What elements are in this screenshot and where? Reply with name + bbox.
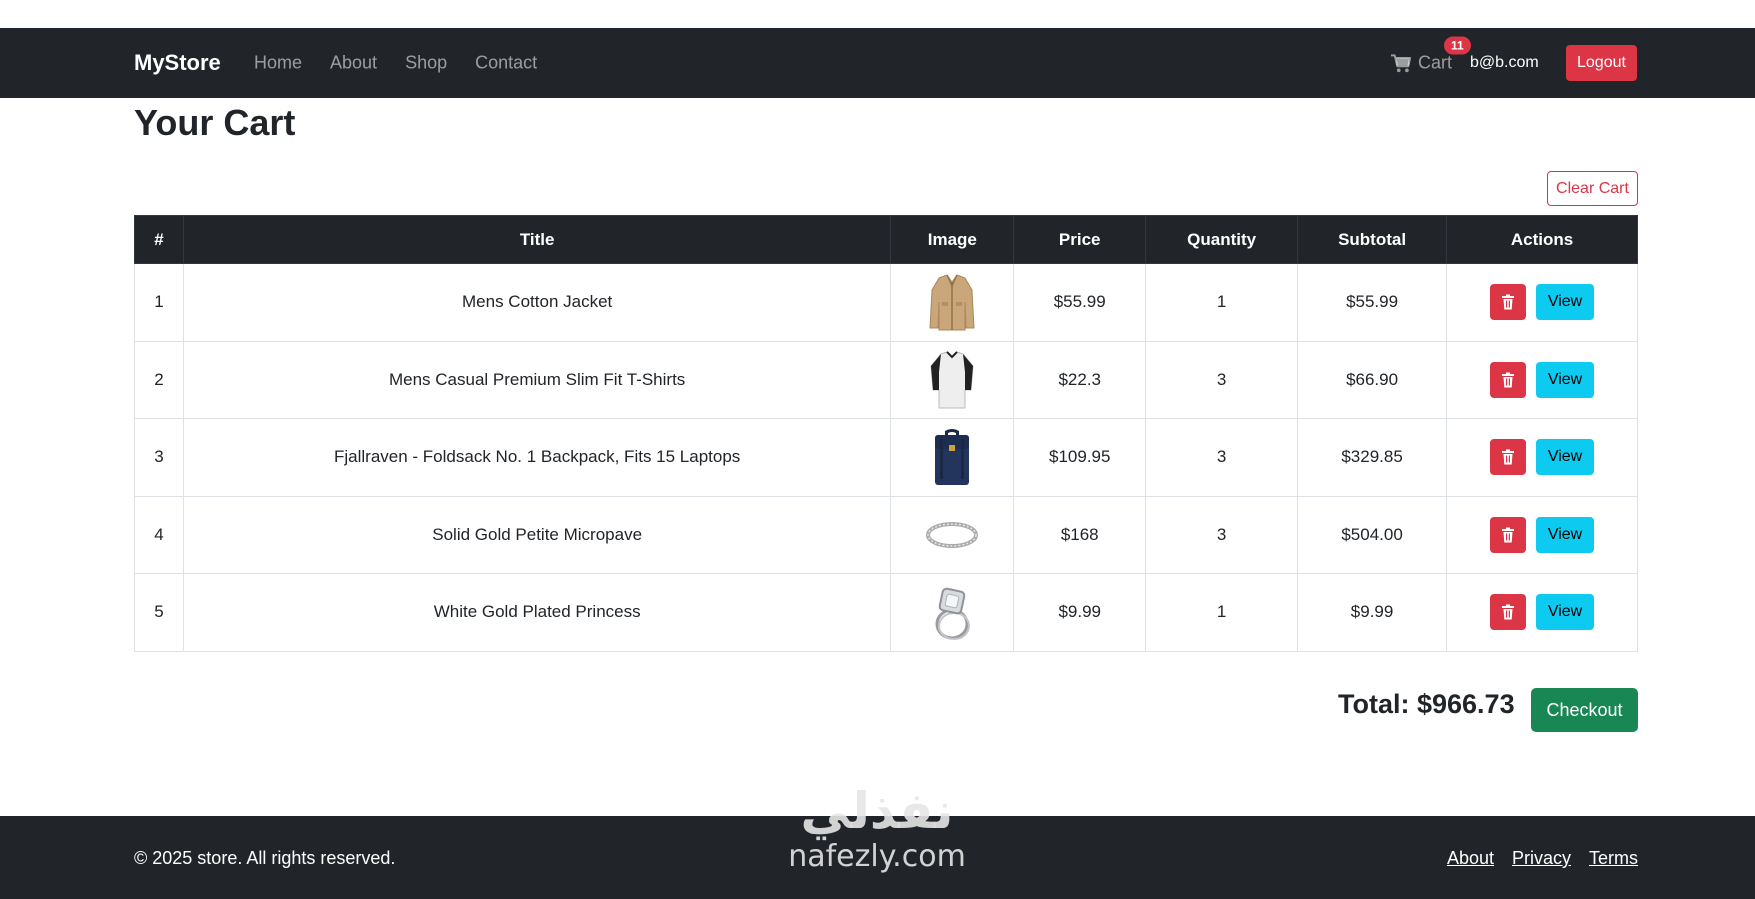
view-button[interactable]: View [1535, 439, 1595, 476]
delete-button[interactable] [1489, 284, 1526, 321]
column-header-number: # [134, 215, 184, 264]
ring-image [935, 587, 971, 641]
tshirt-image [930, 351, 974, 409]
footer-links: About Privacy Terms [1447, 848, 1638, 869]
user-email: b@b.com [1470, 54, 1539, 71]
footer: © 2025 store. All rights reserved. About… [0, 816, 1755, 899]
delete-button[interactable] [1489, 439, 1526, 476]
table-row: 5 White Gold Plated Princess $9.99 1 $9.… [134, 573, 1638, 652]
column-header-actions: Actions [1446, 215, 1638, 264]
row-number: 2 [134, 340, 184, 419]
logout-button[interactable]: Logout [1566, 45, 1637, 81]
nav-link-shop[interactable]: Shop [405, 53, 447, 74]
product-price: $22.3 [1013, 340, 1147, 419]
jacket-image [929, 274, 975, 331]
product-subtotal: $329.85 [1297, 418, 1448, 497]
column-header-image: Image [890, 215, 1015, 264]
view-button[interactable]: View [1535, 594, 1595, 631]
nav-link-about[interactable]: About [330, 53, 377, 74]
delete-button[interactable] [1489, 516, 1526, 553]
navbar: MyStore Home About Shop Contact Cart 11 … [0, 28, 1755, 98]
trash-icon [1501, 527, 1514, 543]
cart-table: # Title Image Price Quantity Subtotal Ac… [134, 215, 1638, 652]
table-row: 1 Mens Cotton Jacket $55.99 1 $55.99 Vie… [134, 263, 1638, 342]
clear-cart-button[interactable]: Clear Cart [1547, 171, 1638, 206]
product-subtotal: $9.99 [1297, 573, 1448, 652]
cart-count-badge: 11 [1444, 36, 1471, 55]
cart-label: Cart [1418, 52, 1453, 73]
view-button[interactable]: View [1535, 516, 1595, 553]
view-button[interactable]: View [1535, 284, 1595, 321]
table-row: 3 Fjallraven - Foldsack No. 1 Backpack, … [134, 418, 1638, 497]
product-quantity: 3 [1145, 340, 1299, 419]
cart-total: Total: $966.73 [1338, 689, 1515, 719]
table-row: 2 Mens Casual Premium Slim Fit T-Shirts … [134, 340, 1638, 419]
row-number: 1 [134, 263, 184, 342]
column-header-quantity: Quantity [1145, 215, 1299, 264]
nav-link-home[interactable]: Home [254, 53, 302, 74]
delete-button[interactable] [1489, 594, 1526, 631]
column-header-price: Price [1013, 215, 1147, 264]
product-title: Mens Casual Premium Slim Fit T-Shirts [182, 340, 892, 419]
product-subtotal: $55.99 [1297, 263, 1448, 342]
brand-logo[interactable]: MyStore [134, 50, 221, 76]
cart-icon [1391, 53, 1412, 72]
row-number: 4 [134, 495, 184, 574]
product-price: $55.99 [1013, 263, 1147, 342]
row-actions: View [1447, 439, 1637, 476]
delete-button[interactable] [1489, 361, 1526, 398]
product-title: White Gold Plated Princess [182, 573, 892, 652]
nav-link-contact[interactable]: Contact [475, 53, 537, 74]
product-title: Solid Gold Petite Micropave [182, 495, 892, 574]
trash-icon [1501, 294, 1514, 310]
product-subtotal: $66.90 [1297, 340, 1448, 419]
trash-icon [1501, 372, 1514, 388]
backpack-image [935, 429, 970, 486]
footer-link-privacy[interactable]: Privacy [1512, 848, 1571, 869]
nav-links: Home About Shop Contact [254, 53, 537, 74]
table-row: 4 Solid Gold Petite Micropave $168 3 $50… [134, 495, 1638, 574]
product-price: $9.99 [1013, 573, 1147, 652]
row-actions: View [1447, 284, 1637, 321]
checkout-button[interactable]: Checkout [1531, 688, 1638, 732]
cart-link[interactable]: Cart 11 [1390, 36, 1471, 74]
row-number: 3 [134, 418, 184, 497]
row-actions: View [1447, 594, 1637, 631]
column-header-title: Title [182, 215, 892, 264]
row-number: 5 [134, 573, 184, 652]
table-header-row: # Title Image Price Quantity Subtotal Ac… [134, 215, 1638, 264]
row-actions: View [1447, 361, 1637, 398]
trash-icon [1501, 449, 1514, 465]
product-quantity: 1 [1145, 573, 1299, 652]
product-title: Fjallraven - Foldsack No. 1 Backpack, Fi… [182, 418, 892, 497]
product-price: $168 [1013, 495, 1147, 574]
product-price: $109.95 [1013, 418, 1147, 497]
product-quantity: 3 [1145, 418, 1299, 497]
footer-link-terms[interactable]: Terms [1589, 848, 1638, 869]
row-actions: View [1447, 516, 1637, 553]
product-title: Mens Cotton Jacket [182, 263, 892, 342]
product-quantity: 3 [1145, 495, 1299, 574]
product-quantity: 1 [1145, 263, 1299, 342]
product-subtotal: $504.00 [1297, 495, 1448, 574]
view-button[interactable]: View [1535, 361, 1595, 398]
page-title: Your Cart [134, 102, 296, 143]
copyright-text: © 2025 store. All rights reserved. [134, 848, 396, 868]
column-header-subtotal: Subtotal [1297, 215, 1448, 264]
trash-icon [1501, 604, 1514, 620]
footer-link-about[interactable]: About [1447, 848, 1494, 869]
bracelet-image [926, 521, 979, 548]
